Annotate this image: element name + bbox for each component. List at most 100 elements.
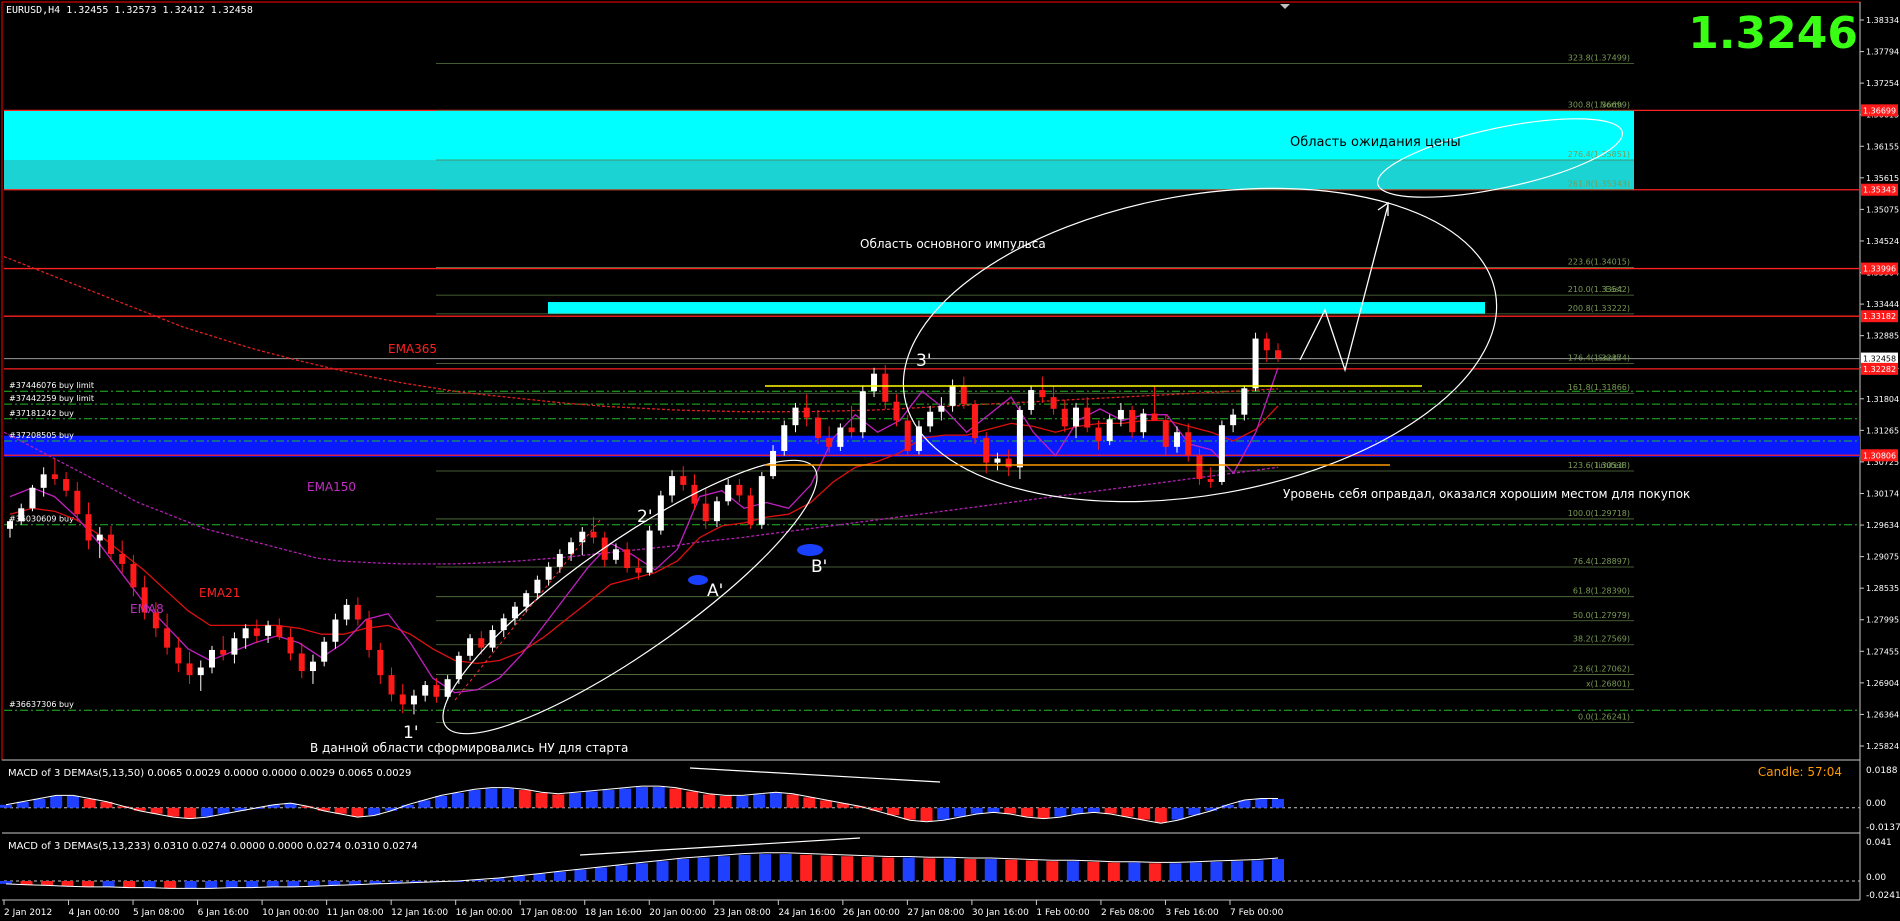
macd2-bar-15: [307, 880, 320, 886]
candle-body-35: [399, 694, 406, 705]
macd2-title: MACD of 3 DEMAs(5,13,233) 0.0310 0.0274 …: [8, 841, 418, 852]
candle-body-34: [388, 675, 395, 695]
macd1-bar-28: [468, 790, 481, 808]
candle-body-26: [298, 653, 305, 672]
wave-2-label: 2': [637, 507, 653, 527]
candle-body-27: [309, 661, 316, 672]
candle-body-66: [747, 495, 754, 525]
candle-body-87: [983, 438, 990, 463]
macd2-bar-1: [20, 880, 33, 885]
macd2-bar-6: [123, 880, 136, 888]
macd1-bar-3: [50, 795, 63, 808]
fib-label-20: x(1.26801): [1586, 680, 1630, 689]
candle-body-110: [1241, 388, 1248, 415]
candle-body-43: [489, 630, 496, 648]
time-label-4: 10 Jan 00:00: [262, 908, 319, 918]
macd2-bar-31: [636, 863, 648, 881]
fib-label-2: 300.8(1.36699): [1568, 100, 1630, 109]
macd1-bar-12: [200, 807, 213, 817]
macd1-bar-33: [552, 794, 565, 808]
wave-3-label: 3': [916, 351, 932, 371]
fib-label-21: 0.0(1.26241): [1578, 712, 1630, 721]
time-label-14: 27 Jan 08:00: [907, 908, 964, 918]
fib-label-16: 61.8(1.28390): [1573, 587, 1630, 596]
time-label-3: 6 Jan 16:00: [198, 908, 250, 918]
wave-a-label: A': [707, 581, 723, 601]
wave-b-label: B': [811, 557, 827, 577]
candle-body-99: [1117, 409, 1124, 420]
candle-body-111: [1252, 338, 1259, 389]
macd2-bar-28: [574, 869, 587, 881]
candle-body-3: [40, 474, 47, 488]
order-label-0: #37446076 buy limit: [9, 381, 94, 390]
red-tag-label-6: 1.30806: [1863, 451, 1896, 460]
macd2-bar-36: [738, 854, 751, 881]
macd2-bar-37: [759, 854, 772, 881]
macd1-bar-26: [435, 795, 448, 808]
candle-body-28: [321, 641, 328, 662]
expect-zone-label: Область ожидания цены: [1290, 135, 1461, 150]
impulse-zone-label: Область основного импульса: [860, 237, 1046, 251]
macd2-bar-61: [1251, 860, 1264, 881]
candle-body-72: [814, 417, 821, 439]
macd1-bar-46: [769, 792, 782, 808]
macd1-bar-38: [636, 787, 648, 808]
macd2-bar-58: [1189, 862, 1202, 881]
macd1-bar-41: [686, 791, 699, 808]
candle-body-82: [927, 411, 934, 427]
candle-body-48: [545, 566, 552, 580]
candle-body-60: [680, 476, 687, 485]
candle-body-54: [612, 549, 619, 560]
candle-body-18: [208, 649, 215, 668]
macd2-bar-59: [1210, 861, 1223, 881]
macd1-bar-60: [1004, 807, 1017, 814]
start-note-label: В данной области сформировались НУ для с…: [310, 741, 628, 755]
macd2-bar-52: [1066, 861, 1079, 881]
candle-body-29: [332, 619, 339, 642]
candle-body-113: [1275, 350, 1281, 359]
axis-label-2: 1.37254: [1866, 79, 1899, 88]
wave-b-marker: [797, 544, 823, 556]
cyan-mid-zone: [548, 302, 1485, 314]
candle-body-74: [837, 427, 844, 447]
time-label-9: 18 Jan 16:00: [585, 908, 642, 918]
macd2-bar-8: [164, 880, 177, 889]
macd2-bar-17: [348, 880, 361, 885]
macd1-bar-62: [1037, 807, 1050, 819]
candle-body-23: [265, 625, 272, 636]
wave-a-marker: [688, 575, 708, 585]
fib-label-4: 261.8(1.35343): [1568, 180, 1630, 189]
macd1-divergence-line: [689, 767, 941, 783]
candle-body-47: [534, 579, 541, 594]
macd2-bar-9: [184, 880, 197, 889]
macd2-bar-49: [1005, 859, 1018, 881]
candle-body-21: [242, 628, 249, 639]
candle-body-15: [175, 647, 182, 664]
axis-label-0: 1.38334: [1866, 16, 1899, 25]
red-tag-label-5: 1.32282: [1863, 365, 1896, 374]
candle-body-33: [377, 649, 384, 676]
candle-body-104: [1174, 432, 1181, 447]
candle-body-5: [63, 479, 70, 491]
order-label-5: #36637306 buy: [9, 700, 74, 709]
macd2-scale-bottom: -0.0241: [1866, 891, 1900, 901]
level-note-label: Уровень себя оправдал, оказался хорошим …: [1283, 487, 1690, 501]
candle-body-31: [354, 604, 361, 620]
macd2-bar-4: [82, 880, 95, 887]
macd2-bar-5: [102, 880, 115, 887]
axis-label-18: 1.28535: [1866, 584, 1899, 593]
fib-label-17: 50.0(1.27979): [1573, 611, 1630, 620]
time-label-16: 1 Feb 00:00: [1036, 908, 1090, 918]
ema365-label: EMA365: [388, 342, 437, 356]
macd2-bar-56: [1148, 863, 1161, 881]
macd2-bar-7: [143, 880, 156, 888]
candle-body-11: [130, 563, 137, 588]
candle-timer: Candle: 57:04: [1758, 765, 1842, 779]
axis-label-21: 1.26904: [1866, 679, 1899, 688]
candle-body-36: [410, 695, 417, 705]
candle-body-38: [433, 685, 440, 697]
symbol-header: EURUSD,H4 1.32455 1.32573 1.32412 1.3245…: [6, 5, 253, 16]
macd1-bar-59: [987, 807, 1000, 813]
blue-support-zone: [4, 435, 1860, 457]
macd1-bar-55: [920, 807, 933, 822]
